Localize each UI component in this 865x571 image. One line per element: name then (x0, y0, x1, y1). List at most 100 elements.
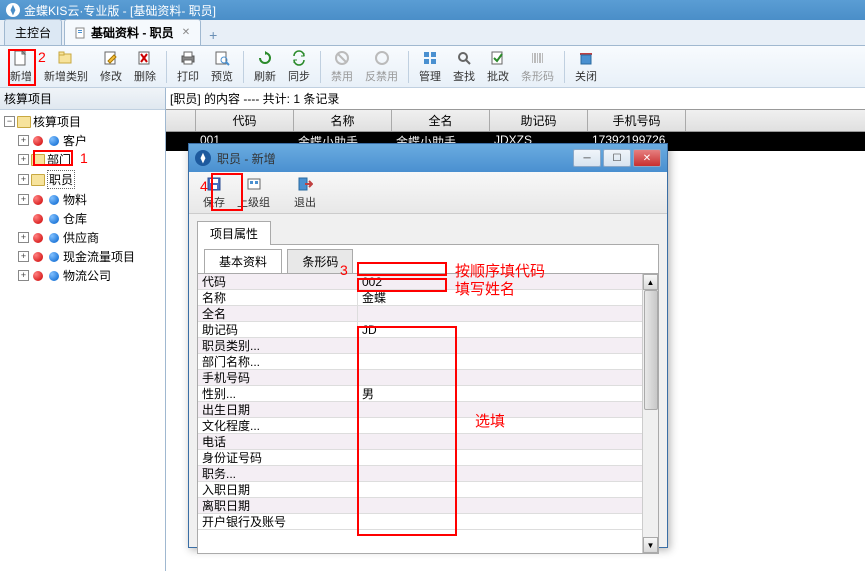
exit-button[interactable]: 退出 (288, 174, 322, 212)
property-row[interactable]: 电话 (198, 434, 658, 450)
property-row[interactable]: 助记码JD (198, 322, 658, 338)
expand-icon[interactable]: + (18, 232, 29, 243)
sidebar: 核算项目 −核算项目 +客户 +部门 +职员 +物料 仓库 +供应商 +现金流量… (0, 88, 166, 571)
dialog-title: 职员 - 新增 (217, 150, 276, 167)
close-dialog-button[interactable]: ✕ (633, 149, 661, 167)
maximize-button[interactable]: ☐ (603, 149, 631, 167)
document-tabstrip: 主控台 基础资料 - 职员 ✕ + (0, 20, 865, 46)
delete-button[interactable]: 删除 (128, 48, 162, 86)
folder-open-icon (17, 116, 31, 128)
col-fullname[interactable]: 全名 (392, 110, 490, 131)
property-value[interactable]: JD (358, 323, 658, 337)
edit-button[interactable]: 修改 (94, 48, 128, 86)
approve-button[interactable]: 批改 (481, 48, 515, 86)
subtab-basic[interactable]: 基本资料 (204, 249, 282, 273)
save-button[interactable]: 保存 (197, 174, 231, 212)
property-row[interactable]: 性别...男 (198, 386, 658, 402)
property-row[interactable]: 开户银行及账号 (198, 514, 658, 530)
ball-blue-icon (47, 232, 61, 244)
subtab-barcode[interactable]: 条形码 (287, 249, 353, 273)
disable-button[interactable]: 禁用 (325, 48, 359, 86)
expand-icon[interactable]: + (18, 154, 29, 165)
search-button[interactable]: 查找 (447, 48, 481, 86)
property-row[interactable]: 部门名称... (198, 354, 658, 370)
collapse-icon[interactable]: − (4, 116, 15, 127)
add-tab-button[interactable]: + (203, 25, 223, 45)
property-label: 助记码 (198, 321, 358, 338)
expand-icon[interactable]: + (18, 174, 29, 185)
tab-item-properties[interactable]: 项目属性 (197, 221, 271, 245)
property-row[interactable]: 代码002 (198, 274, 658, 290)
tree-item-department[interactable]: +部门 (2, 150, 163, 169)
scroll-thumb[interactable] (644, 290, 658, 410)
property-value[interactable]: 002 (358, 275, 658, 289)
main-toolbar: 新增 新增类别 修改 删除 打印 预览 刷新 同步 禁用 反禁用 管理 查找 批… (0, 46, 865, 88)
property-value[interactable]: 金蝶 (358, 289, 658, 306)
tree-item-cashflow[interactable]: +现金流量项目 (2, 247, 163, 266)
new-button[interactable]: 新增 (4, 48, 38, 86)
scroll-up-icon[interactable]: ▲ (643, 274, 658, 290)
close-button[interactable]: 关闭 (569, 48, 603, 86)
tree-item-employee[interactable]: +职员 (2, 169, 163, 190)
tree-root[interactable]: −核算项目 (2, 112, 163, 131)
parent-group-button[interactable]: 上级组 (231, 174, 276, 212)
minimize-button[interactable]: ─ (573, 149, 601, 167)
col-name[interactable]: 名称 (294, 110, 392, 131)
property-row[interactable]: 身份证号码 (198, 450, 658, 466)
expand-icon[interactable]: + (18, 194, 29, 205)
property-label: 身份证号码 (198, 449, 358, 466)
tree-item-supplier[interactable]: +供应商 (2, 228, 163, 247)
grid-header: 代码 名称 全名 助记码 手机号码 (166, 109, 865, 132)
col-phone[interactable]: 手机号码 (588, 110, 686, 131)
ball-red-icon (31, 251, 45, 263)
dialog-toolbar: 保存 上级组 退出 (189, 172, 667, 214)
expand-icon[interactable]: + (18, 270, 29, 281)
print-button[interactable]: 打印 (171, 48, 205, 86)
property-row[interactable]: 全名 (198, 306, 658, 322)
app-logo-icon: ⧫ (6, 3, 20, 17)
scroll-down-icon[interactable]: ▼ (643, 537, 658, 553)
property-row[interactable]: 手机号码 (198, 370, 658, 386)
new-category-button[interactable]: 新增类别 (38, 48, 94, 86)
property-label: 职员类别... (198, 337, 358, 354)
tree-item-customer[interactable]: +客户 (2, 131, 163, 150)
enable-button[interactable]: 反禁用 (359, 48, 404, 86)
col-code[interactable]: 代码 (196, 110, 294, 131)
property-value[interactable]: 男 (358, 385, 658, 402)
property-label: 电话 (198, 433, 358, 450)
property-row[interactable]: 出生日期 (198, 402, 658, 418)
content-header: [职员] 的内容 ---- 共计: 1 条记录 (166, 88, 865, 109)
property-row[interactable]: 职务... (198, 466, 658, 482)
expand-icon[interactable]: + (18, 135, 29, 146)
col-mnemonic[interactable]: 助记码 (490, 110, 588, 131)
dialog-body: 代码002名称金蝶全名助记码JD职员类别...部门名称...手机号码性别...男… (197, 274, 659, 554)
property-row[interactable]: 离职日期 (198, 498, 658, 514)
ball-blue-icon (47, 135, 61, 147)
close-tab-icon[interactable]: ✕ (182, 27, 190, 38)
tab-console[interactable]: 主控台 (4, 19, 62, 45)
property-label: 全名 (198, 305, 358, 322)
property-label: 性别... (198, 385, 358, 402)
property-label: 代码 (198, 274, 358, 290)
tree-item-warehouse[interactable]: 仓库 (2, 209, 163, 228)
preview-button[interactable]: 预览 (205, 48, 239, 86)
manage-button[interactable]: 管理 (413, 48, 447, 86)
ball-red-icon (31, 232, 45, 244)
property-row[interactable]: 名称金蝶 (198, 290, 658, 306)
barcode-button[interactable]: 条形码 (515, 48, 560, 86)
vertical-scrollbar[interactable]: ▲ ▼ (642, 274, 658, 553)
property-row[interactable]: 职员类别... (198, 338, 658, 354)
refresh-button[interactable]: 刷新 (248, 48, 282, 86)
property-label: 开户银行及账号 (198, 513, 358, 530)
dialog-titlebar[interactable]: ⧫ 职员 - 新增 ─ ☐ ✕ (189, 144, 667, 172)
tab-basic-data-employee[interactable]: 基础资料 - 职员 ✕ (64, 19, 201, 45)
property-row[interactable]: 文化程度... (198, 418, 658, 434)
folder-icon (31, 174, 45, 186)
tree-item-logistics[interactable]: +物流公司 (2, 266, 163, 285)
sync-button[interactable]: 同步 (282, 48, 316, 86)
tree-item-material[interactable]: +物料 (2, 190, 163, 209)
property-row[interactable]: 入职日期 (198, 482, 658, 498)
property-label: 职务... (198, 465, 358, 482)
expand-icon[interactable]: + (18, 251, 29, 262)
property-label: 手机号码 (198, 369, 358, 386)
